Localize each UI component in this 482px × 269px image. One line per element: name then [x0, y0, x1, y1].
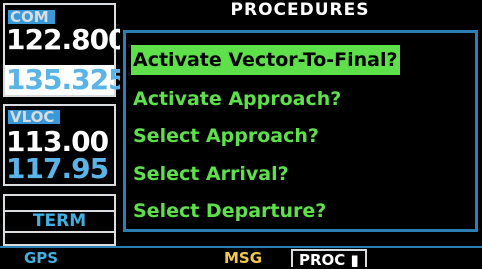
menu-item-activate-approach[interactable]: Activate Approach?	[133, 84, 341, 114]
com-active-frequency: 122.800	[6, 23, 128, 56]
com-frequency-window[interactable]: COM 122.800 135.325	[3, 3, 128, 97]
procedures-menu: Activate Vector-To-Final? Activate Appro…	[123, 30, 478, 232]
vloc-label: VLOC	[8, 110, 61, 125]
menu-item-select-arrival[interactable]: Select Arrival?	[133, 159, 289, 189]
frequency-panel: COM 122.800 135.325 VLOC 113.00 117.95 T…	[0, 0, 128, 267]
page-title-bar: PROCEDURES	[120, 0, 480, 28]
vloc-frequency-window[interactable]: VLOC 113.00 117.95	[3, 104, 116, 186]
status-bar-divider	[0, 246, 482, 248]
gps-display-screen: COM 122.800 135.325 VLOC 113.00 117.95 T…	[0, 0, 482, 269]
nav-source-annunciator: GPS	[24, 249, 59, 267]
page-indicator-label: PROC	[299, 251, 346, 269]
menu-item-select-approach[interactable]: Select Approach?	[133, 121, 319, 151]
menu-item-select-departure[interactable]: Select Departure?	[133, 196, 326, 226]
message-annunciator[interactable]: MSG	[224, 249, 262, 267]
com-standby-frequency[interactable]: 135.325	[5, 65, 128, 95]
cdi-box-divider-bottom	[5, 231, 114, 233]
cdi-mode-label: TERM	[32, 211, 87, 231]
menu-item-activate-vector-to-final[interactable]: Activate Vector-To-Final?	[131, 45, 400, 75]
cdi-scale-box: TERM	[3, 194, 116, 246]
procedures-window: PROCEDURES Activate Vector-To-Final? Act…	[120, 0, 480, 246]
status-bar: GPS MSG PROC ▮	[0, 249, 482, 269]
com-label: COM	[8, 10, 55, 25]
page-indicator-block-icon: ▮	[345, 251, 359, 269]
vloc-standby-frequency[interactable]: 117.95	[5, 154, 114, 184]
page-title: PROCEDURES	[230, 0, 370, 20]
page-indicator: PROC ▮	[291, 249, 367, 269]
